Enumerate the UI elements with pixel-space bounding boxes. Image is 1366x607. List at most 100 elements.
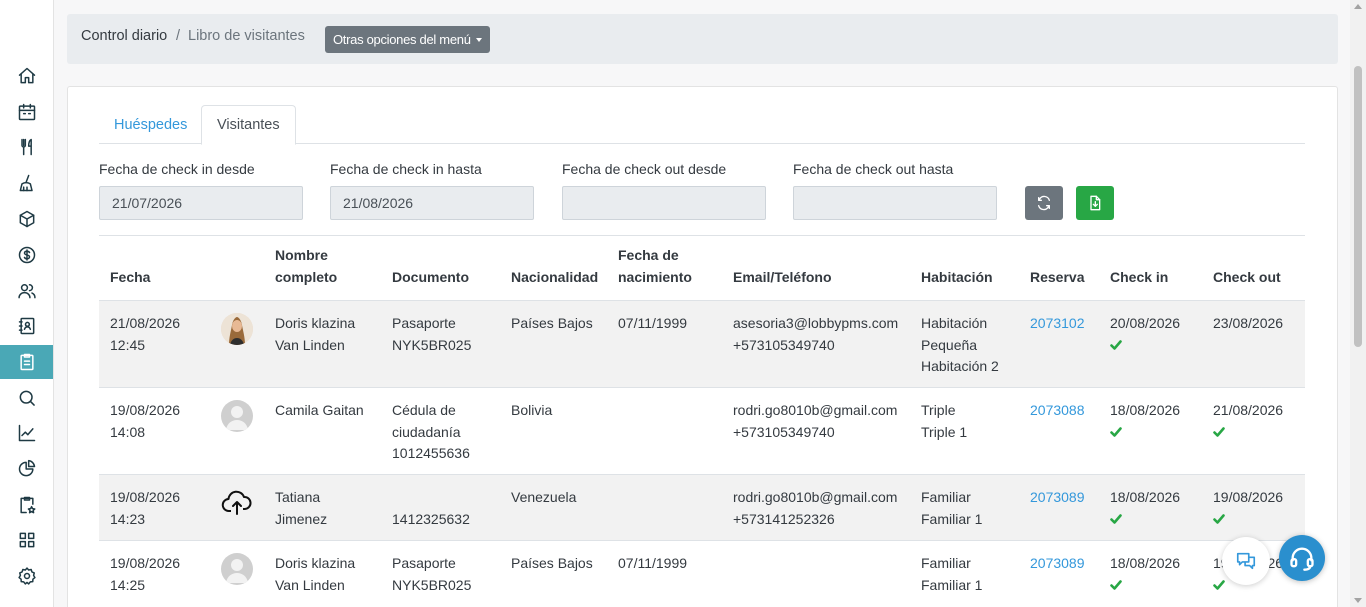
- cell-habitacion: Familiar Familiar 1: [921, 487, 982, 530]
- tab-visitantes[interactable]: Visitantes: [201, 105, 296, 145]
- cell-checkin-date: 18/08/2026: [1110, 402, 1181, 418]
- cell-nombre-line1: Doris klazina: [275, 315, 356, 331]
- checkin-from-input[interactable]: 21/07/2026: [99, 186, 303, 220]
- sidebar-item-contacts[interactable]: [0, 309, 53, 343]
- cell-fecha-date: 19/08/2026: [110, 489, 181, 505]
- cell-fecha: 19/08/2026 14:23: [110, 487, 180, 530]
- payments-dollar-icon: [18, 246, 35, 264]
- sidebar-item-search[interactable]: [0, 381, 53, 415]
- cell-hab-line2: Pequeña: [921, 336, 978, 353]
- checkout-to-input[interactable]: [793, 186, 997, 220]
- page-scrollbar[interactable]: [1350, 0, 1366, 607]
- cell-nacionalidad: Bolivia: [511, 402, 553, 418]
- cell-nacionalidad: Países Bajos: [511, 555, 593, 571]
- breadcrumb-item-control-diario[interactable]: Control diario: [81, 28, 167, 44]
- visitors-table: Fecha Nombre completo Documento Nacionali…: [99, 236, 1305, 607]
- cell-doc-type-2: ciudadanía: [392, 423, 461, 440]
- checkin-to-input[interactable]: 21/08/2026: [330, 186, 534, 220]
- cell-nombre: Tatiana Jimenez: [275, 487, 327, 530]
- housekeeping-icon: [19, 174, 33, 192]
- checkin-from-label: Fecha de check in desde: [99, 161, 255, 177]
- cell-nacimiento: 07/11/1999: [618, 555, 688, 571]
- scrollbar-thumb[interactable]: [1354, 66, 1362, 347]
- cell-fecha: 19/08/2026 14:25: [110, 553, 180, 596]
- cell-telefono: +573105349740: [733, 336, 835, 353]
- contacts-book-icon: [18, 317, 34, 335]
- headset-support-icon: [1290, 547, 1314, 571]
- sidebar-item-reviews[interactable]: [0, 488, 53, 522]
- reservation-link[interactable]: 2073088: [1030, 400, 1085, 422]
- settings-gear-icon: [17, 567, 36, 585]
- cell-nacionalidad: Venezuela: [511, 489, 577, 505]
- reservation-link[interactable]: 2073102: [1030, 313, 1085, 335]
- cell-nombre-line2: Van Linden: [275, 336, 345, 353]
- export-excel-button[interactable]: [1076, 186, 1114, 220]
- header-reserva[interactable]: Reserva: [1030, 266, 1085, 288]
- cell-doc-number: 1012455636: [392, 445, 470, 461]
- sidebar-item-inventory[interactable]: [0, 202, 53, 236]
- sidebar-item-guests[interactable]: [0, 274, 53, 308]
- support-button[interactable]: [1279, 535, 1325, 581]
- header-nacimiento[interactable]: Fecha de nacimiento: [618, 244, 692, 288]
- header-checkin[interactable]: Check in: [1110, 266, 1168, 288]
- sidebar-item-payments[interactable]: [0, 238, 53, 272]
- cell-habitacion: Triple Triple 1: [921, 400, 967, 443]
- cell-doc-number: NYK5BR025: [392, 336, 472, 353]
- header-email[interactable]: Email/Teléfono: [733, 266, 832, 288]
- check-icon: [1110, 422, 1122, 443]
- sidebar-item-apps[interactable]: [0, 523, 53, 557]
- cell-checkin: 20/08/2026: [1110, 313, 1180, 356]
- sidebar-item-home[interactable]: [0, 59, 53, 93]
- tabs: Huéspedes Visitantes: [99, 105, 1305, 145]
- cell-hab-line1: Habitación: [921, 315, 988, 331]
- header-nombre[interactable]: Nombre completo: [275, 244, 337, 288]
- sidebar-item-housekeeping[interactable]: [0, 166, 53, 200]
- cell-nombre: Doris klazina Van Linden: [275, 553, 355, 596]
- header-fecha[interactable]: Fecha: [110, 266, 150, 288]
- sidebar-item-restaurant[interactable]: [0, 130, 53, 164]
- visitor-log-card: Huéspedes Visitantes Fecha de check in d…: [67, 86, 1338, 607]
- cell-email: rodri.go8010b@gmail.com: [733, 489, 898, 505]
- pie-chart-icon: [18, 459, 35, 477]
- table-row[interactable]: 19/08/2026 14:08 Camila Gaitan Cédula de c…: [99, 388, 1305, 475]
- scroll-up-arrow-icon[interactable]: [1354, 4, 1362, 9]
- avatar: [221, 553, 253, 585]
- reservation-link[interactable]: 2073089: [1030, 553, 1085, 575]
- table-row[interactable]: 19/08/2026 14:25 Doris klazina Van Linden …: [99, 541, 1305, 607]
- check-icon: [1213, 422, 1225, 443]
- chat-button[interactable]: [1222, 537, 1270, 585]
- tab-huespedes[interactable]: Huéspedes: [99, 105, 202, 144]
- cell-telefono: +573141252326: [733, 510, 835, 527]
- header-checkout[interactable]: Check out: [1213, 266, 1281, 288]
- header-nacionalidad[interactable]: Nacionalidad: [511, 266, 598, 288]
- header-nacimiento-line1: Fecha de: [618, 247, 679, 263]
- checkout-from-input[interactable]: [562, 186, 766, 220]
- table-row[interactable]: 21/08/2026 12:45 Doris klazina Van Linden …: [99, 301, 1305, 388]
- sidebar-item-settings[interactable]: [0, 559, 53, 593]
- reservation-link[interactable]: 2073089: [1030, 487, 1085, 509]
- table-row[interactable]: 19/08/2026 14:23 Tatiana Jimenez 141232563…: [99, 475, 1305, 541]
- cell-habitacion: Familiar Familiar 1: [921, 553, 982, 596]
- cell-nacimiento: 07/11/1999: [618, 315, 688, 331]
- header-documento[interactable]: Documento: [392, 266, 469, 288]
- scroll-down-arrow-icon[interactable]: [1354, 598, 1362, 603]
- sidebar-item-visitor-log[interactable]: [0, 345, 53, 379]
- sidebar-item-statistics[interactable]: [0, 452, 53, 486]
- calendar-icon: [18, 103, 35, 121]
- refresh-button[interactable]: [1025, 186, 1063, 220]
- cell-documento: 1412325632: [392, 487, 470, 530]
- avatar: [221, 313, 253, 345]
- cloud-upload-icon: [221, 490, 252, 515]
- other-menu-options-button[interactable]: Otras opciones del menú: [325, 26, 490, 53]
- table-header: Fecha Nombre completo Documento Nacionali…: [99, 236, 1305, 301]
- header-habitacion[interactable]: Habitación: [921, 266, 993, 288]
- upload-photo-button[interactable]: [221, 487, 253, 519]
- cell-checkin-date: 20/08/2026: [1110, 315, 1181, 331]
- sidebar-item-reports[interactable]: [0, 416, 53, 450]
- cell-documento: Pasaporte NYK5BR025: [392, 553, 471, 596]
- cell-nombre-line1: Doris klazina: [275, 555, 356, 571]
- cell-nombre-line2: Jimenez: [275, 510, 328, 527]
- sidebar-item-calendar[interactable]: [0, 95, 53, 129]
- other-menu-options-label: Otras opciones del menú: [333, 32, 471, 47]
- cell-fecha-time: 14:23: [110, 510, 146, 527]
